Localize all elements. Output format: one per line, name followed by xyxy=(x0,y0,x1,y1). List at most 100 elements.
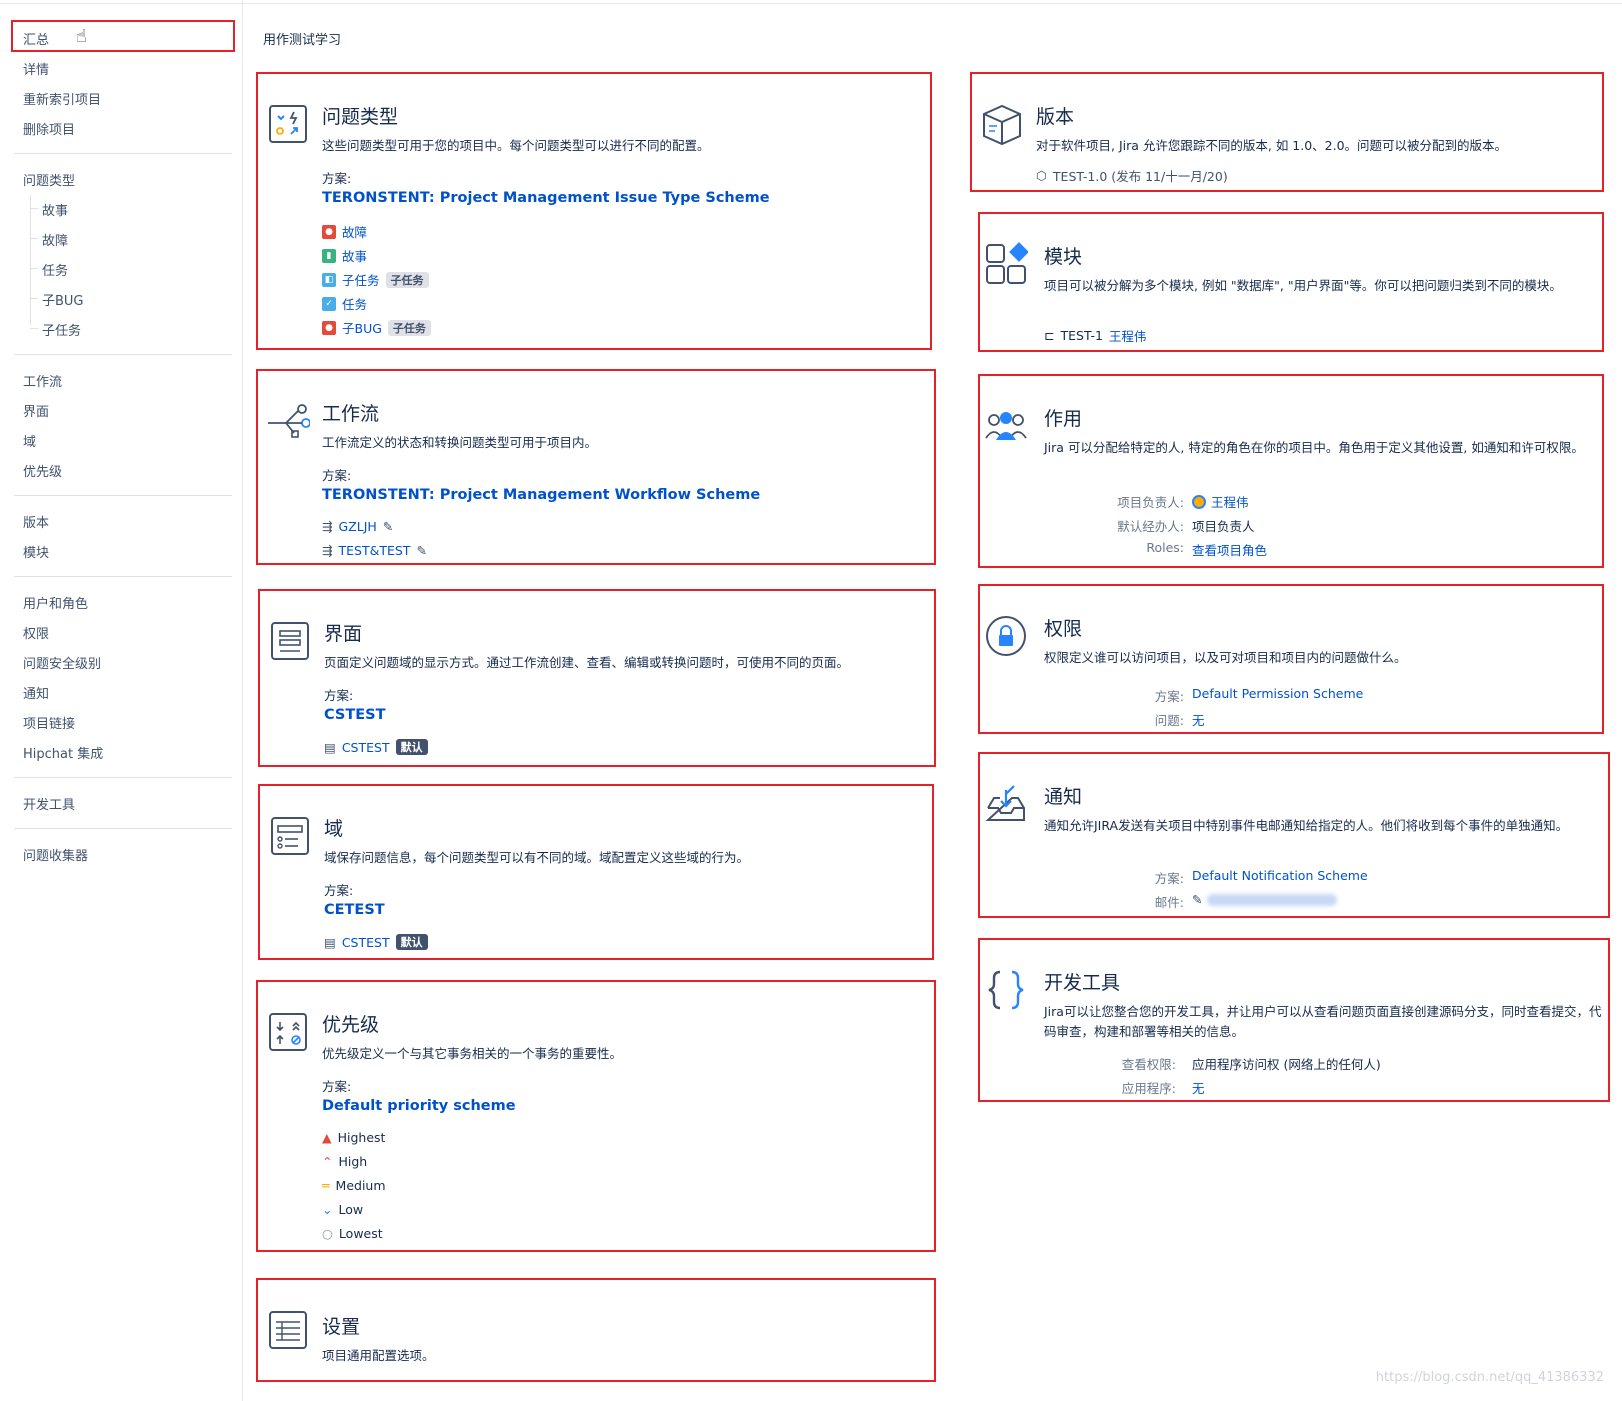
card-title[interactable]: 版本 xyxy=(1036,102,1074,129)
sidebar-item-project-links[interactable]: 项目链接 xyxy=(23,713,75,732)
project-lead-link[interactable]: 王程伟 xyxy=(1211,492,1249,511)
medium-priority-icon: ═ xyxy=(322,1178,330,1193)
sidebar-item-components[interactable]: 模块 xyxy=(23,542,49,561)
issue-type-row[interactable]: ◧ 子任务 子任务 xyxy=(322,270,429,289)
dev-tools-card: 开发工具 Jira可以让您整合您的开发工具，并让用户可以从查看问题页面直接创建源… xyxy=(978,938,1610,1102)
scheme-label: 方案: xyxy=(1154,689,1184,704)
scheme-label: 方案: xyxy=(322,468,352,483)
sidebar-item-fields[interactable]: 域 xyxy=(23,431,36,450)
sidebar-item-delete[interactable]: 删除项目 xyxy=(23,119,75,138)
roles-label: Roles: xyxy=(1146,540,1184,555)
screen-scheme-link[interactable]: CSTEST xyxy=(324,707,385,723)
sidebar-item-permissions[interactable]: 权限 xyxy=(23,623,49,642)
hand-cursor-icon: ☝ xyxy=(76,26,87,47)
version-small-icon: ⬡ xyxy=(1036,168,1047,183)
card-title[interactable]: 界面 xyxy=(324,619,362,646)
notifications-card: 通知 通知允许JIRA发送有关项目中特别事件电邮通知给指定的人。他们将收到每个事… xyxy=(978,752,1610,918)
screens-card: 界面 页面定义问题域的显示方式。通过工作流创建、查看、编辑或转换问题时，可使用不… xyxy=(258,589,936,767)
sidebar-item-story[interactable]: 故事 xyxy=(42,200,68,219)
sidebar-item-sub-bug[interactable]: 子BUG xyxy=(42,290,84,309)
sidebar-item-users-roles[interactable]: 用户和角色 xyxy=(23,593,88,612)
screen-small-icon: ▤ xyxy=(324,739,336,755)
sidebar-item-issue-collectors[interactable]: 问题收集器 xyxy=(23,845,88,864)
screen-row[interactable]: ▤ CSTEST 默认 xyxy=(324,739,428,755)
workflow-row[interactable]: ⇶ GZLJH ✎ xyxy=(322,519,393,534)
component-lead-link[interactable]: 王程伟 xyxy=(1109,326,1147,345)
sidebar-item-priorities[interactable]: 优先级 xyxy=(23,461,62,480)
priority-row: ○ Lowest xyxy=(322,1226,383,1241)
sidebar-item-dev-tools[interactable]: 开发工具 xyxy=(23,794,75,813)
sidebar-item-workflows[interactable]: 工作流 xyxy=(23,371,62,390)
sidebar-item-hipchat[interactable]: Hipchat 集成 xyxy=(23,743,103,762)
screens-icon xyxy=(271,622,309,660)
project-sidebar: 汇总 ☝ 详情 重新索引项目 删除项目 问题类型 故事 故障 任务 子BUG 子… xyxy=(0,0,243,1401)
issue-type-row[interactable]: ✓ 任务 xyxy=(322,294,367,313)
card-description: 这些问题类型可用于您的项目中。每个问题类型可以进行不同的配置。 xyxy=(322,138,710,153)
card-title[interactable]: 问题类型 xyxy=(322,102,398,129)
priority-icon xyxy=(269,1013,307,1051)
issue-type-row[interactable]: ▮ 故事 xyxy=(322,246,367,265)
default-badge: 默认 xyxy=(395,739,428,755)
sidebar-item-versions[interactable]: 版本 xyxy=(23,512,49,531)
card-title[interactable]: 模块 xyxy=(1044,242,1082,269)
priority-scheme-link[interactable]: Default priority scheme xyxy=(322,1098,516,1114)
project-lead-value[interactable]: 王程伟 xyxy=(1192,492,1249,511)
card-description: 对于软件项目, Jira 允许您跟踪不同的版本, 如 1.0、2.0。问题可以被… xyxy=(1036,138,1508,153)
scheme-label: 方案: xyxy=(1154,871,1184,886)
view-permission-value: 应用程序访问权 (网络上的任何人) xyxy=(1192,1057,1381,1072)
issue-type-row[interactable]: ● 故障 xyxy=(322,222,367,241)
version-box-icon xyxy=(983,104,1021,146)
tree-line xyxy=(30,195,31,325)
subtask-icon: ◧ xyxy=(322,272,336,287)
sidebar-item-notifications[interactable]: 通知 xyxy=(23,683,49,702)
bug-icon: ● xyxy=(322,320,336,335)
sidebar-item-summary[interactable]: 汇总 xyxy=(23,29,49,48)
workflow-row[interactable]: ⇶ TEST&TEST ✎ xyxy=(322,543,427,558)
card-title[interactable]: 通知 xyxy=(1044,782,1082,809)
sidebar-item-reindex[interactable]: 重新索引项目 xyxy=(23,89,101,108)
component-row[interactable]: ⊏ TEST-1 王程伟 xyxy=(1044,326,1146,345)
priority-row: ▲ Highest xyxy=(322,1130,385,1145)
edit-pencil-icon[interactable]: ✎ xyxy=(383,519,393,534)
card-title[interactable]: 设置 xyxy=(322,1312,360,1339)
permission-scheme-link[interactable]: Default Permission Scheme xyxy=(1192,686,1363,701)
sidebar-item-task[interactable]: 任务 xyxy=(42,260,68,279)
issue-type-row[interactable]: ● 子BUG 子任务 xyxy=(322,318,431,337)
card-title[interactable]: 优先级 xyxy=(322,1010,379,1037)
issue-type-label: 故事 xyxy=(342,249,368,264)
applications-link[interactable]: 无 xyxy=(1192,1078,1205,1097)
top-border xyxy=(0,3,1622,4)
edit-pencil-icon[interactable]: ✎ xyxy=(1192,892,1202,907)
card-title[interactable]: 开发工具 xyxy=(1044,968,1120,995)
sidebar-item-bug[interactable]: 故障 xyxy=(42,230,68,249)
bug-icon: ● xyxy=(322,224,336,239)
field-config-row[interactable]: ▤ CSTEST 默认 xyxy=(324,934,428,950)
card-title[interactable]: 权限 xyxy=(1044,614,1082,641)
priority-row: ═ Medium xyxy=(322,1178,386,1193)
email-value[interactable]: ✎ xyxy=(1192,892,1338,907)
card-title[interactable]: 工作流 xyxy=(322,399,379,426)
version-row[interactable]: ⬡ TEST-1.0 (发布 11/十一月/20) xyxy=(1036,166,1228,185)
edit-pencil-icon[interactable]: ✎ xyxy=(416,543,426,558)
card-title[interactable]: 域 xyxy=(324,814,343,841)
sidebar-item-issue-types[interactable]: 问题类型 xyxy=(23,170,75,189)
card-description: 域保存问题信息，每个问题类型可以有不同的域。域配置定义这些域的行为。 xyxy=(324,850,750,865)
issue-type-scheme-link[interactable]: TERONSTENT: Project Management Issue Typ… xyxy=(322,190,770,206)
notification-scheme-link[interactable]: Default Notification Scheme xyxy=(1192,868,1368,883)
sidebar-item-details[interactable]: 详情 xyxy=(23,59,49,78)
priority-label: Medium xyxy=(335,1178,386,1193)
sidebar-item-screens[interactable]: 界面 xyxy=(23,401,49,420)
view-project-roles-link[interactable]: 查看项目角色 xyxy=(1192,540,1267,559)
redacted-email xyxy=(1207,893,1338,906)
issue-security-link[interactable]: 无 xyxy=(1192,710,1205,729)
sidebar-item-security-levels[interactable]: 问题安全级别 xyxy=(23,653,101,672)
workflow-scheme-link[interactable]: TERONSTENT: Project Management Workflow … xyxy=(322,487,760,503)
card-title[interactable]: 作用 xyxy=(1044,404,1082,431)
card-description: 页面定义问题域的显示方式。通过工作流创建、查看、编辑或转换问题时，可使用不同的页… xyxy=(324,655,850,670)
issue-type-label: 子BUG xyxy=(342,321,382,336)
scheme-label: 方案: xyxy=(322,171,352,186)
sidebar-item-subtask[interactable]: 子任务 xyxy=(42,320,81,339)
screen-name: CSTEST xyxy=(341,739,390,755)
field-scheme-link[interactable]: CETEST xyxy=(324,902,385,918)
tree-tick xyxy=(30,238,38,239)
